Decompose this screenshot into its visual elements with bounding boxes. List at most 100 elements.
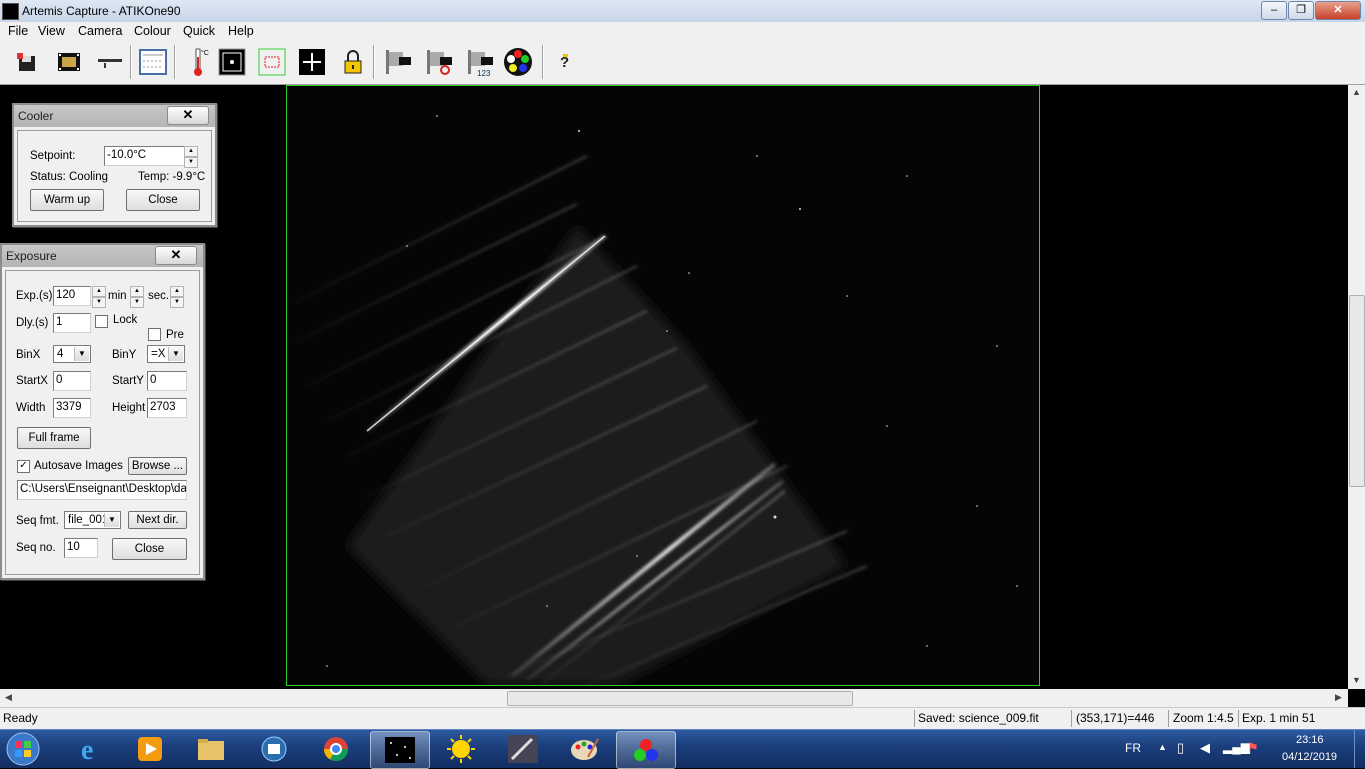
vertical-scroll-thumb[interactable] [1349, 295, 1365, 487]
dly-field[interactable]: 1 [53, 313, 91, 333]
network-icon[interactable]: ▂▄▆ [1223, 740, 1250, 754]
media-player-icon[interactable] [121, 731, 179, 767]
window-title: Artemis Capture - ATIKOne90 [22, 4, 181, 18]
setpoint-spinner[interactable]: ▲ ▼ [184, 146, 198, 168]
thermometer-icon: °C [194, 48, 209, 76]
sequence-exposure-button[interactable]: 123 [465, 47, 495, 77]
save-button[interactable] [12, 47, 42, 77]
seqno-field[interactable]: 10 [64, 538, 98, 558]
exposure-panel: Exposure ✕ Exp.(s) 120 ▲ ▼ min ▲ ▼ sec. ▲ ▼… [0, 243, 205, 580]
device-icon[interactable]: ▯ [1177, 740, 1184, 756]
cooler-title-bar[interactable]: Cooler ✕ [14, 105, 215, 127]
height-label: Height [112, 402, 146, 414]
filter-wheel-button[interactable] [503, 47, 533, 77]
menu-colour[interactable]: Colour [134, 24, 171, 38]
binx-label: BinX [16, 349, 41, 361]
exp-spinner[interactable]: ▲ ▼ [92, 286, 106, 308]
sun-app-icon[interactable] [432, 731, 490, 767]
warm-up-button[interactable]: Warm up [30, 189, 104, 211]
next-dir-button[interactable]: Next dir. [128, 511, 187, 529]
lock-icon [344, 50, 362, 74]
internet-explorer-icon[interactable]: e [62, 731, 120, 767]
menu-quick[interactable]: Quick [183, 24, 215, 38]
horizontal-scroll-thumb[interactable] [507, 691, 853, 706]
seqfmt-select[interactable]: file_001 ▼ [64, 511, 121, 529]
horizontal-scrollbar[interactable]: ◀ ▶ [0, 689, 1348, 707]
setpoint-field[interactable]: -10.0°C [104, 146, 185, 166]
show-desktop-button[interactable] [1354, 730, 1365, 768]
full-frame-button[interactable]: Full frame [17, 427, 91, 449]
single-exposure-button[interactable] [383, 47, 413, 77]
captured-image-frame[interactable] [286, 85, 1040, 686]
save-path-field[interactable]: C:\Users\Enseignant\Desktop\dat [17, 480, 187, 500]
starty-field[interactable]: 0 [147, 371, 187, 391]
exposure-title-bar[interactable]: Exposure ✕ [2, 245, 203, 267]
loop-exposure-button[interactable] [424, 47, 454, 77]
scroll-down-icon[interactable]: ▼ [1352, 675, 1361, 685]
loop-exposure-icon [427, 50, 452, 75]
language-indicator[interactable]: FR [1125, 741, 1141, 755]
menu-help[interactable]: Help [228, 24, 254, 38]
vertical-scrollbar[interactable]: ▲ ▼ [1348, 85, 1365, 689]
autosave-checkbox[interactable]: ✓ [17, 460, 30, 473]
start-button[interactable] [0, 731, 46, 767]
scroll-left-icon[interactable]: ◀ [5, 692, 12, 703]
menu-view[interactable]: View [38, 24, 65, 38]
scroll-right-icon[interactable]: ▶ [1335, 692, 1342, 703]
clock-date[interactable]: 04/12/2019 [1282, 751, 1337, 763]
maximize-button[interactable]: ❐ [1288, 1, 1314, 20]
startx-field[interactable]: 0 [53, 371, 91, 391]
clock-time[interactable]: 23:16 [1296, 734, 1324, 746]
video-icon[interactable] [245, 731, 303, 767]
min-spinner[interactable]: ▲ ▼ [130, 286, 144, 308]
telescope-button[interactable] [95, 47, 125, 77]
chevron-down-icon[interactable]: ▼ [104, 513, 119, 527]
focus-target-button[interactable] [217, 47, 247, 77]
tray-expand-icon[interactable]: ▲ [1158, 742, 1167, 752]
startx-label: StartX [16, 375, 48, 387]
scroll-up-icon[interactable]: ▲ [1352, 87, 1361, 97]
cooler-close-icon[interactable]: ✕ [167, 106, 209, 125]
frame-settings-button[interactable] [138, 47, 168, 77]
minimize-button[interactable]: – [1261, 1, 1287, 20]
pre-checkbox[interactable] [148, 328, 161, 341]
exp-field[interactable]: 120 [53, 286, 91, 306]
biny-label: BinY [112, 349, 137, 361]
rgb-app-icon[interactable] [616, 731, 676, 769]
ie-logo-icon: e [81, 735, 93, 764]
biny-select[interactable]: =X ▼ [147, 345, 185, 363]
lock-checkbox[interactable] [95, 315, 108, 328]
sec-spinner[interactable]: ▲ ▼ [170, 286, 184, 308]
chevron-down-icon[interactable]: ▼ [168, 347, 183, 361]
cooler-close-button[interactable]: Close [126, 189, 200, 211]
film-button[interactable] [54, 47, 84, 77]
system-tray: FR ▲ ▯ ◀ ▂▄▆ ⚑ 23:16 04/12/2019 [1120, 730, 1365, 768]
artemis-capture-icon[interactable] [370, 731, 430, 769]
paint-icon[interactable] [556, 731, 614, 767]
crosshair-button[interactable] [297, 47, 327, 77]
action-center-icon[interactable]: ⚑ [1247, 740, 1259, 756]
chrome-icon[interactable] [307, 731, 365, 767]
lock-button[interactable] [338, 47, 368, 77]
lock-label: Lock [113, 314, 138, 326]
starty-label: StartY [112, 375, 144, 387]
subframe-select-button[interactable] [257, 47, 287, 77]
close-button[interactable]: ✕ [1315, 1, 1361, 20]
help-button[interactable]: ? [550, 47, 580, 77]
comet-app-icon[interactable] [494, 731, 552, 767]
chevron-down-icon[interactable]: ▼ [74, 347, 89, 361]
width-field[interactable]: 3379 [53, 398, 91, 418]
file-explorer-icon[interactable] [182, 731, 240, 767]
binx-select[interactable]: 4 ▼ [53, 345, 91, 363]
menu-camera[interactable]: Camera [78, 24, 122, 38]
cooler-button[interactable]: °C [184, 47, 214, 77]
width-label: Width [16, 402, 46, 414]
height-field[interactable]: 2703 [147, 398, 187, 418]
browse-button[interactable]: Browse ... [128, 457, 187, 475]
exposure-close-icon[interactable]: ✕ [155, 246, 197, 265]
subframe-select-icon [258, 48, 286, 76]
menu-file[interactable]: File [8, 24, 28, 38]
exposure-close-button[interactable]: Close [112, 538, 187, 560]
rgb-circles-icon [634, 739, 658, 761]
volume-muted-icon[interactable]: ◀ [1200, 740, 1210, 756]
